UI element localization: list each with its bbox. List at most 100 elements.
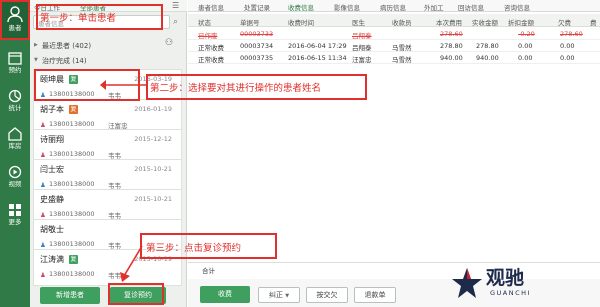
- patient-name: 史盛静: [40, 195, 64, 204]
- tab-charge[interactable]: 收费信息: [288, 2, 314, 12]
- annotation-step1: 第一步：单击患者: [40, 13, 117, 24]
- patient-list-panel: 今日工作 全部患者 ☰ 患者信息 ⌕ ▶ 最近患者 (402) ⚇ ▼ 治疗完成…: [30, 0, 187, 307]
- patient-phone: 13800138000: [49, 210, 95, 218]
- chevron-down-icon: ▼: [34, 57, 38, 63]
- tab-treatment[interactable]: 处置记录: [244, 2, 270, 12]
- col-discount[interactable]: 折扣金额: [508, 17, 534, 27]
- cell-received: 278.80: [476, 42, 499, 50]
- col-doc-no[interactable]: 单据号: [240, 17, 260, 27]
- cell-doc-no: 00003733: [240, 30, 274, 38]
- watermark-logo: 观驰 GUANCHI: [446, 263, 586, 303]
- table-row[interactable]: 正常收费 00003735 2016-06-15 11:34 汪富忠 马雪然 940.00…: [188, 52, 600, 64]
- nav-item-appointment[interactable]: 预约: [0, 46, 30, 84]
- tab-consult[interactable]: 咨询信息: [504, 2, 530, 12]
- col-time[interactable]: 收费时间: [288, 17, 314, 27]
- nav-item-statistics[interactable]: 统计: [0, 84, 30, 122]
- visit-date: 2015-10-21: [134, 165, 172, 173]
- section-title: 治疗完成 (14): [42, 57, 87, 65]
- cell-doc-no: 00003734: [240, 42, 274, 50]
- cell-fee: 940.00: [440, 54, 463, 62]
- cell-cashier: 马雪然: [392, 56, 412, 64]
- cell-debt: 278.60: [560, 30, 583, 38]
- patient-phone: 13800138000: [49, 270, 95, 278]
- refund-button[interactable]: 退款单: [354, 287, 396, 303]
- col-fee[interactable]: 本次费用: [436, 17, 462, 27]
- cell-fee: 278.60: [440, 30, 463, 38]
- nav-item-more[interactable]: 更多: [0, 198, 30, 236]
- patient-name: 诗丽翔: [40, 135, 64, 144]
- annotation-step2: 第二步：选择要对其进行操作的患者姓名: [150, 83, 322, 94]
- tab-records[interactable]: 病历信息: [380, 2, 406, 12]
- annotation-step3: 第三步：点击复诊预约: [146, 243, 242, 254]
- section-treating[interactable]: ▼ 治疗完成 (14): [30, 55, 187, 67]
- cell-status: 正常收费: [198, 56, 224, 64]
- calendar-icon: [8, 52, 22, 65]
- tab-patient-info[interactable]: 患者信息: [198, 2, 224, 12]
- cell-status: 正常收费: [198, 44, 224, 52]
- female-icon: ♟: [40, 151, 46, 159]
- col-doctor[interactable]: 医生: [352, 17, 365, 27]
- search-icon[interactable]: ⌕: [173, 17, 178, 27]
- grid-header: 状态 单据号 收费时间 医生 收款员 本次费用 实收金额 折扣金额 欠费 费: [188, 14, 600, 27]
- chevron-down-icon: ▼: [285, 293, 290, 299]
- chart-icon: [8, 89, 22, 103]
- correct-button[interactable]: 纠正 ▼: [258, 287, 300, 303]
- section-recent[interactable]: ▶ 最近患者 (402) ⚇: [30, 38, 187, 52]
- cell-cashier: 马雪然: [392, 44, 412, 52]
- cell-doctor: 吕翔泰: [352, 32, 372, 40]
- nav-item-warehouse[interactable]: 库房: [0, 122, 30, 160]
- col-cashier[interactable]: 收款员: [392, 17, 412, 27]
- watermark-en: GUANCHI: [490, 289, 531, 297]
- arrow-icon: [100, 80, 146, 90]
- left-nav: 患者 预约 统计 库房 视频 更多: [0, 0, 30, 307]
- main-panel: 患者信息 处置记录 收费信息 影像信息 病历信息 外加工 回访信息 咨询信息 状…: [188, 0, 600, 307]
- patient-name: 胡敬士: [40, 225, 64, 234]
- add-patient-button[interactable]: 新增患者: [40, 287, 100, 304]
- warehouse-icon: [8, 127, 22, 141]
- watermark-cn: 观驰: [486, 267, 525, 289]
- female-icon: ♟: [40, 211, 46, 219]
- cell-time: 2016-06-04 17:29: [288, 42, 347, 50]
- table-row[interactable]: 正常收费 00003734 2016-06-04 17:29 吕翔泰 马雪然 278.80…: [188, 40, 600, 52]
- menu-icon[interactable]: ☰: [172, 1, 179, 10]
- cell-doc-no: 00003735: [240, 54, 274, 62]
- tab-followup[interactable]: 回访信息: [458, 2, 484, 12]
- nav-label: 更多: [8, 218, 22, 226]
- tab-outsourcing[interactable]: 外加工: [424, 2, 444, 12]
- female-icon: ♟: [40, 271, 46, 279]
- patient-phone: 13800138000: [49, 150, 95, 158]
- cell-debt: 0.00: [560, 42, 575, 50]
- visit-date: 2015-10-21: [134, 195, 172, 203]
- star-logo-icon: [452, 268, 482, 298]
- visit-date: 2015-12-12: [134, 135, 172, 143]
- cell-time: 2016-06-15 11:34: [288, 54, 347, 62]
- app-window: 患者 预约 统计 库房 视频 更多 今日工作 全部患者 ☰ 患者信息 ⌕ ▶ 最…: [0, 0, 600, 307]
- cell-doctor: 汪富忠: [352, 56, 372, 64]
- female-icon: ♟: [40, 121, 46, 129]
- nav-label: 视频: [8, 180, 22, 188]
- nav-item-video[interactable]: 视频: [0, 160, 30, 198]
- patient-phone: 13800138000: [49, 120, 95, 128]
- annotation-box-step3-target: [108, 283, 164, 305]
- table-row[interactable]: 已作废 00003733 吕翔泰 278.60 -0.20 278.60: [188, 28, 600, 40]
- cell-debt: 0.00: [560, 54, 575, 62]
- col-extra[interactable]: 费: [590, 17, 597, 27]
- col-debt[interactable]: 欠费: [558, 17, 571, 27]
- user-icon[interactable]: ⚇: [165, 38, 173, 48]
- col-status[interactable]: 状态: [198, 17, 211, 27]
- cell-doctor: 吕翔泰: [352, 44, 372, 52]
- col-received[interactable]: 实收金额: [472, 17, 498, 27]
- video-icon: [8, 165, 22, 179]
- arrears-button[interactable]: 按交欠: [306, 287, 348, 303]
- total-label: 合计: [202, 267, 215, 275]
- charge-button[interactable]: 收费: [200, 286, 250, 303]
- cell-discount: 0.00: [518, 54, 533, 62]
- cell-status: 已作废: [198, 32, 218, 40]
- tab-imaging[interactable]: 影像信息: [334, 2, 360, 12]
- nav-label: 预约: [8, 66, 22, 74]
- cell-received: 940.00: [476, 54, 499, 62]
- correct-label: 纠正: [268, 291, 283, 299]
- cell-fee: 278.80: [440, 42, 463, 50]
- revisit-badge: 复: [69, 255, 78, 264]
- patient-phone: 13800138000: [49, 240, 95, 248]
